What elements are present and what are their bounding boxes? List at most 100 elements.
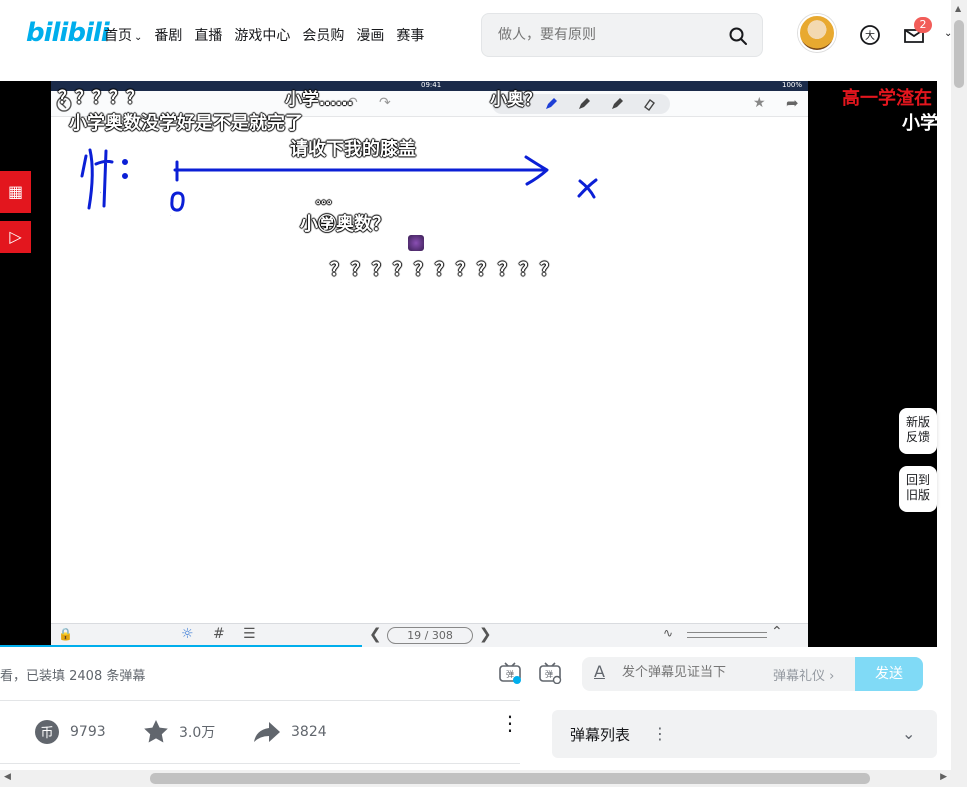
watch-info: 看，已装填 2408 条弹幕 <box>0 669 146 684</box>
back-old-line2: 旧版 <box>905 488 930 502</box>
tablet-screen: 09:41 100% ↶ ↷ ★ ➦ 例： 0 x 🔒 ☼ # ☰ ❮ 19 /… <box>51 81 808 647</box>
grid-icon: # <box>213 626 225 642</box>
nav-home[interactable]: 首页 ⌄ <box>104 25 142 45</box>
search-icon[interactable] <box>728 26 748 46</box>
video-action-bar: 币 9793 3.0万 3824 ⋮ <box>0 700 520 764</box>
coin-action[interactable]: 币 9793 <box>34 719 106 745</box>
video-icon[interactable]: ▦ <box>0 171 31 213</box>
font-style-icon[interactable]: A <box>594 662 605 681</box>
user-avatar[interactable] <box>798 14 836 52</box>
nav-anime[interactable]: 番剧 <box>154 25 182 45</box>
danmaku-etiquette-link[interactable]: 弹幕礼仪 › <box>773 665 834 684</box>
favorite-action[interactable]: 3.0万 <box>143 719 215 745</box>
nav-game-center[interactable]: 游戏中心 <box>234 25 290 45</box>
danmaku-toggle-icon[interactable]: 弹 <box>498 662 522 684</box>
danmaku-item: 小学奥数没学好是不是就完了 <box>69 113 303 134</box>
danmaku-item: 请收下我的膝盖 <box>290 139 416 160</box>
nav-manga[interactable]: 漫画 <box>356 25 384 45</box>
danmaku-list-label: 弹幕列表 <box>570 726 631 744</box>
page-slider <box>687 632 767 638</box>
video-player[interactable]: ▦ ▷ 09:41 100% ↶ ↷ ★ ➦ 例： 0 x 🔒 ☼ # ☰ ❮ … <box>0 81 937 647</box>
scroll-left-icon[interactable]: ◀ <box>4 772 11 782</box>
coin-icon: 币 <box>35 720 59 744</box>
status-battery: 100% <box>781 81 802 89</box>
page-horizontal-scrollbar[interactable]: ◀ ▶ <box>0 770 951 787</box>
danmaku-settings-icon[interactable]: 弹 <box>538 662 562 684</box>
nav-mall[interactable]: 会员购 <box>302 25 344 45</box>
send-button[interactable]: 发送 <box>855 657 923 691</box>
nav-live[interactable]: 直播 <box>194 25 222 45</box>
tablet-status-bar: 09:41 100% <box>51 81 808 91</box>
lines-icon: ☰ <box>243 626 256 642</box>
svg-text:弹: 弹 <box>545 669 553 679</box>
share-count: 3824 <box>291 724 327 740</box>
back-old-line1: 回到 <box>905 473 930 487</box>
back-to-old-button[interactable]: 回到 旧版 <box>899 466 937 512</box>
chevron-down-icon[interactable]: ⌄ <box>902 724 915 743</box>
svg-text:币: 币 <box>40 726 53 741</box>
svg-text:弹: 弹 <box>506 669 514 679</box>
favorite-count: 3.0万 <box>179 725 216 741</box>
danmaku-item: 小学…… <box>285 90 353 110</box>
etiquette-label: 弹幕礼仪 <box>773 669 826 684</box>
page-indicator: 19 / 308 <box>387 627 473 644</box>
scroll-right-icon[interactable]: ▶ <box>940 772 947 782</box>
bilibili-logo[interactable]: bilibili <box>26 18 110 48</box>
pen-icon <box>546 98 557 109</box>
handwriting-example-label: 例： <box>100 191 102 194</box>
brightness-icon: ☼ <box>181 626 194 642</box>
message-badge: 2 <box>914 17 932 33</box>
small-sticker-image <box>408 235 424 251</box>
danmaku-item: 小奥？ <box>490 90 541 110</box>
danmaku-item: 小学 <box>902 113 937 134</box>
nav-esports[interactable]: 赛事 <box>396 25 424 45</box>
prev-page-icon: ❮ <box>369 625 382 643</box>
chevron-up-icon: ⌃ <box>771 624 783 640</box>
handwriting-origin-label: 0 <box>170 215 171 217</box>
star-icon <box>144 720 168 743</box>
danmaku-item: 小㊫奥数？ <box>300 214 390 235</box>
danmaku-item: ？？？？？？？？？？？ <box>330 260 561 280</box>
danmaku-item: 高一学渣在 <box>842 88 932 109</box>
new-feedback-line2: 反馈 <box>905 430 930 444</box>
vertical-scroll-thumb[interactable] <box>954 20 964 88</box>
svg-text:大: 大 <box>865 29 875 42</box>
next-icon[interactable]: ▷ <box>0 221 31 253</box>
highlighter-icon <box>612 98 623 109</box>
new-feedback-line1: 新版 <box>905 415 930 429</box>
search-box <box>481 13 763 57</box>
status-time: 09:41 <box>421 81 442 89</box>
more-icon[interactable]: ⋮ <box>652 724 668 743</box>
search-input[interactable] <box>498 27 718 43</box>
scroll-up-icon[interactable]: ▲ <box>955 4 961 13</box>
top-header: bilibili 首页⌄ 番剧 直播 游戏中心 会员购 漫画 赛事 大 2 ⌄ <box>0 0 952 72</box>
playback-progress[interactable] <box>0 645 362 647</box>
more-icon[interactable]: ⋮ <box>500 713 520 733</box>
danmaku-item: ？？？？？ <box>58 88 143 108</box>
eraser-icon <box>644 99 655 111</box>
handwriting-axis-label: x <box>581 197 582 199</box>
lock-icon: 🔒 <box>58 627 73 641</box>
notes-bottom-bar: 🔒 ☼ # ☰ ❮ 19 / 308 ❯ ∿ ⌃ <box>51 623 808 647</box>
share-action[interactable]: 3824 <box>253 719 327 745</box>
danmaku-item: 。。。 <box>316 193 338 206</box>
next-page-icon: ❯ <box>479 625 492 643</box>
bilibili-video-page: bilibili 首页⌄ 番剧 直播 游戏中心 会员购 漫画 赛事 大 2 ⌄ … <box>0 0 967 787</box>
share-icon: ➦ <box>786 94 799 112</box>
top-nav: 首页 ⌄ 番剧 直播 游戏中心 会员购 漫画 赛事 <box>104 25 424 45</box>
redo-icon: ↷ <box>379 95 391 111</box>
chevron-down-icon: ⌄ <box>134 32 143 43</box>
chevron-right-icon: › <box>829 669 835 684</box>
share-icon <box>254 722 280 742</box>
pencil-icon <box>579 98 590 109</box>
new-feedback-button[interactable]: 新版 反馈 <box>899 408 937 454</box>
danmaku-input[interactable] <box>622 665 762 680</box>
page-vertical-scrollbar[interactable]: ▲ <box>951 0 967 787</box>
danmaku-send-bar: 看，已装填 2408 条弹幕 弹 弹 A 弹幕礼仪 › <box>0 648 937 698</box>
coin-count: 9793 <box>70 724 106 740</box>
star-icon: ★ <box>753 95 766 111</box>
big-member-icon[interactable]: 大 <box>858 23 882 47</box>
horizontal-scroll-thumb[interactable] <box>150 773 870 784</box>
danmaku-list-panel[interactable]: 弹幕列表 ⋮ ⌄ <box>552 710 937 758</box>
nav-home-label: 首页 <box>104 28 132 44</box>
